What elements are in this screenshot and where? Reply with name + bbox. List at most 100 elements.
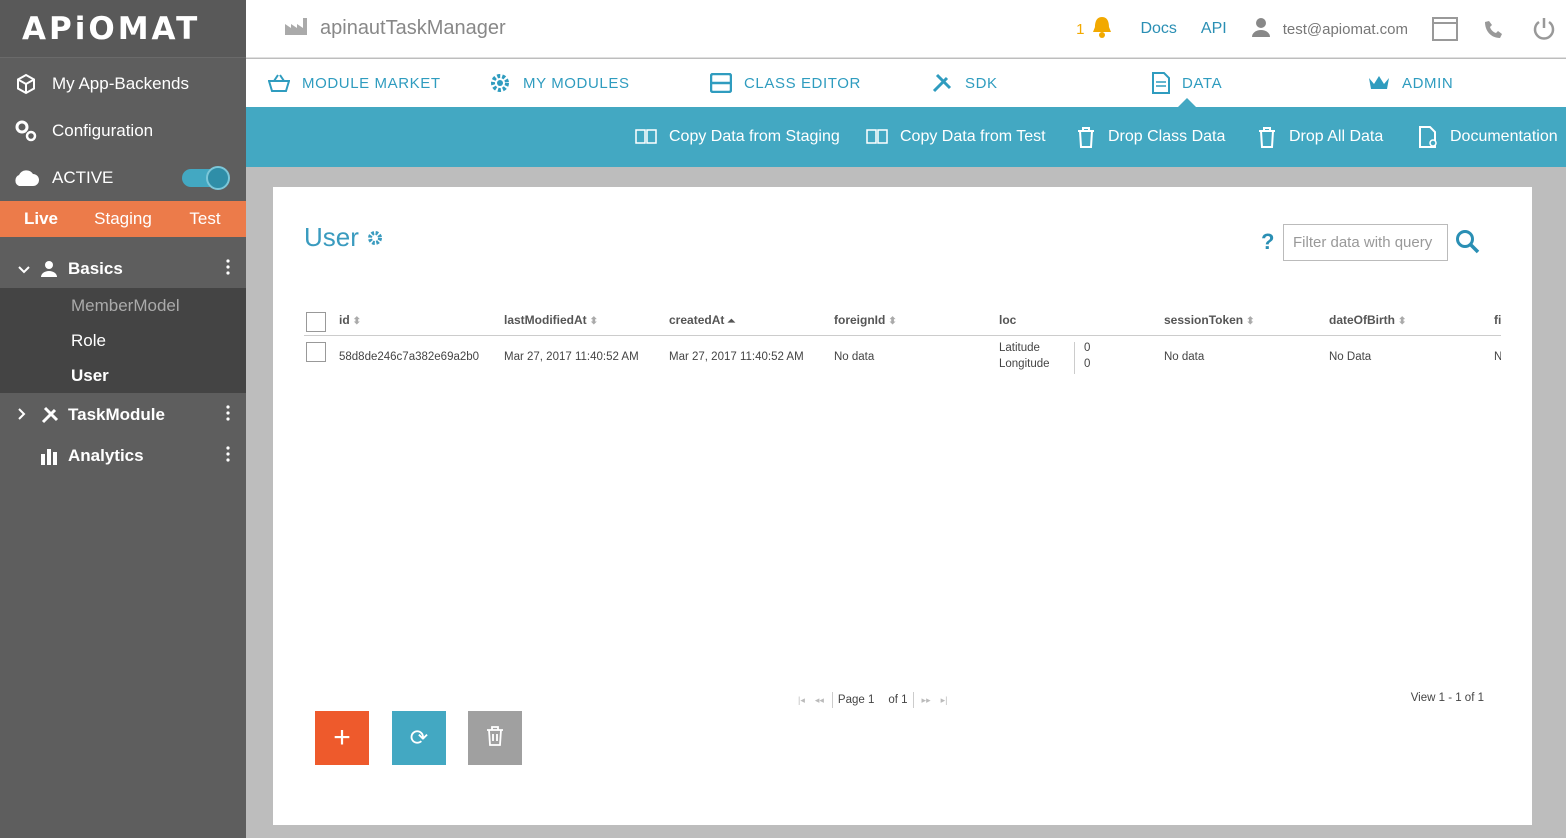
sidebar-group-taskmodule[interactable]: TaskModule <box>0 396 246 434</box>
toggle-knob <box>206 165 230 190</box>
more-vertical-icon[interactable] <box>226 405 230 421</box>
group-label: Basics <box>68 259 123 278</box>
page-label: Page 1 <box>837 694 875 706</box>
logo[interactable]: APiOMAT <box>0 0 246 58</box>
sidebar: APiOMAT My App-Backends Configuration AC… <box>0 0 246 838</box>
trash-icon <box>1076 126 1096 148</box>
environment-tabs: Live Staging Test <box>0 201 246 237</box>
group-label: TaskModule <box>68 405 165 424</box>
search-icon[interactable] <box>1455 229 1481 260</box>
last-page-icon[interactable]: ▸| <box>941 695 948 706</box>
api-link[interactable]: API <box>1201 20 1227 38</box>
sidebar-item-app-backends[interactable]: My App-Backends <box>0 60 246 107</box>
page-of-label: of 1 <box>888 694 908 706</box>
tab-module-market[interactable]: MODULE MARKET <box>268 59 441 107</box>
tab-sdk[interactable]: SDK <box>931 59 998 107</box>
tab-staging[interactable]: Staging <box>82 209 164 229</box>
sidebar-item-label: My App-Backends <box>52 73 190 93</box>
analytics-icon <box>40 446 60 466</box>
row-checkbox[interactable] <box>306 342 326 362</box>
gears-icon <box>12 117 40 145</box>
gear-icon <box>489 72 511 94</box>
trash-icon <box>486 725 504 751</box>
user-icon <box>1251 17 1271 42</box>
tab-my-modules[interactable]: MY MODULES <box>489 59 630 107</box>
select-all-checkbox[interactable] <box>306 312 326 332</box>
filter-query-input[interactable] <box>1283 224 1448 261</box>
help-icon[interactable]: ? <box>1261 229 1274 255</box>
column-header-fi[interactable]: fi <box>1494 313 1501 327</box>
prev-page-icon[interactable]: ◂◂ <box>815 695 824 706</box>
documentation-button[interactable]: Documentation <box>1418 107 1558 167</box>
tab-class-editor[interactable]: CLASS EDITOR <box>710 59 861 107</box>
tab-live[interactable]: Live <box>0 209 82 229</box>
app-name-label: apinautTaskManager <box>320 17 506 39</box>
cell-foreignid: No data <box>834 351 875 363</box>
tab-test[interactable]: Test <box>164 209 246 229</box>
document-icon <box>1152 72 1170 94</box>
active-toggle[interactable] <box>182 165 230 190</box>
refresh-button[interactable]: ⟳ <box>392 711 446 765</box>
top-header: apinautTaskManager 1 Docs API test@apiom… <box>246 0 1566 58</box>
chevron-right-icon <box>18 407 32 423</box>
cell-loc: Latitude 0 Longitude 0 <box>999 342 1090 374</box>
power-icon[interactable] <box>1532 16 1556 42</box>
support-phone-icon[interactable] <box>1482 17 1508 41</box>
page-title: User <box>304 222 383 253</box>
basics-children: MemberModel Role User <box>0 288 246 393</box>
drop-all-data-button[interactable]: Drop All Data <box>1257 107 1383 167</box>
user-icon <box>40 260 60 278</box>
user-menu[interactable]: test@apiomat.com <box>1251 17 1408 42</box>
notification-count: 1 <box>1076 20 1085 38</box>
column-header-lastmodifiedat[interactable]: lastModifiedAt ⬍ <box>504 313 598 327</box>
sidebar-group-basics[interactable]: Basics <box>0 250 246 288</box>
copy-icon <box>866 129 888 145</box>
next-page-icon[interactable]: ▸▸ <box>922 695 931 706</box>
column-header-id[interactable]: id ⬍ <box>339 313 361 327</box>
chevron-down-icon <box>18 261 32 277</box>
tools-icon <box>40 405 60 425</box>
drop-class-data-button[interactable]: Drop Class Data <box>1076 107 1225 167</box>
data-action-bar: Copy Data from Staging Copy Data from Te… <box>246 107 1566 167</box>
doc-icon <box>1418 126 1438 148</box>
class-editor-icon <box>710 73 732 93</box>
backend-status: ACTIVE <box>0 154 246 201</box>
copy-from-staging-button[interactable]: Copy Data from Staging <box>635 107 840 167</box>
table-header: id ⬍ lastModifiedAt ⬍ createdAt ⏶ foreignId… <box>304 304 1501 336</box>
crown-icon <box>1368 74 1390 92</box>
cell-dateofbirth: No Data <box>1329 351 1372 363</box>
cell-lastmodifiedat: Mar 27, 2017 11:40:52 AM <box>504 351 639 363</box>
delete-button[interactable] <box>468 711 522 765</box>
column-header-createdat[interactable]: createdAt ⏶ <box>669 313 735 327</box>
sidebar-item-role[interactable]: Role <box>0 323 246 358</box>
more-vertical-icon[interactable] <box>226 446 230 462</box>
column-header-dateofbirth[interactable]: dateOfBirth ⬍ <box>1329 313 1406 327</box>
cell-id: 58d8de246c7a382e69a2b0 <box>339 351 480 363</box>
copy-icon <box>635 129 657 145</box>
app-name[interactable]: apinautTaskManager <box>284 16 506 42</box>
console-icon[interactable] <box>1432 17 1458 41</box>
data-table: id ⬍ lastModifiedAt ⬍ createdAt ⏶ foreignId… <box>304 304 1501 384</box>
sidebar-item-membermodel[interactable]: MemberModel <box>0 288 246 323</box>
sidebar-group-analytics[interactable]: Analytics <box>0 437 246 475</box>
cube-icon <box>12 70 40 98</box>
column-header-sessiontoken[interactable]: sessionToken ⬍ <box>1164 313 1255 327</box>
first-page-icon[interactable]: |◂ <box>798 695 805 706</box>
cloud-icon <box>12 164 40 192</box>
cell-fi: N <box>1494 351 1501 363</box>
column-header-foreignid[interactable]: foreignId ⬍ <box>834 313 897 327</box>
sidebar-item-user[interactable]: User <box>0 358 246 393</box>
settings-gear-icon[interactable] <box>367 222 383 253</box>
copy-from-test-button[interactable]: Copy Data from Test <box>866 107 1046 167</box>
sidebar-item-configuration[interactable]: Configuration <box>0 107 246 154</box>
tab-admin[interactable]: ADMIN <box>1368 59 1453 107</box>
group-label: Analytics <box>68 446 144 465</box>
sidebar-item-label: Configuration <box>52 120 154 140</box>
trash-icon <box>1257 126 1277 148</box>
more-vertical-icon[interactable] <box>226 259 230 275</box>
docs-link[interactable]: Docs <box>1140 20 1176 38</box>
notifications[interactable]: 1 <box>1076 14 1116 45</box>
column-header-loc[interactable]: loc <box>999 313 1016 327</box>
bell-icon <box>1088 14 1116 45</box>
add-button[interactable]: + <box>315 711 369 765</box>
